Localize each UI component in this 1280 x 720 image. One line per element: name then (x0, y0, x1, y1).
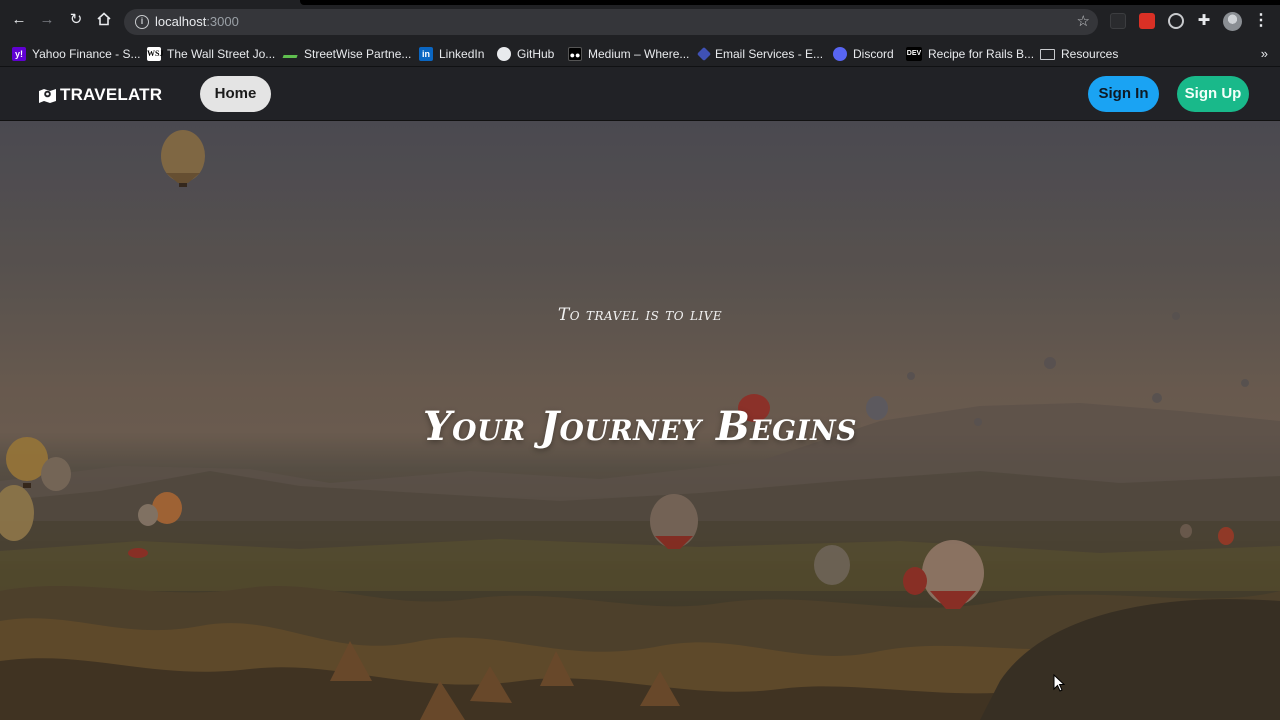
hero-tagline: To travel is to live (557, 305, 723, 325)
folder-icon (1040, 48, 1055, 60)
url-text[interactable]: localhost:3000 (155, 14, 239, 29)
profile-avatar[interactable] (1223, 12, 1242, 31)
bookmark-label: GitHub (517, 47, 555, 61)
email-services-icon (696, 46, 712, 62)
forward-icon[interactable]: → (38, 11, 56, 29)
bookmark-label: The Wall Street Jo... (167, 47, 276, 61)
wsj-icon: WSJ (147, 47, 163, 61)
extension-icon[interactable] (1168, 13, 1184, 29)
bookmarks-bar: y! Yahoo Finance - S... WSJ The Wall Stree… (0, 40, 1280, 67)
extension-icon[interactable] (1110, 13, 1126, 29)
bookmark-item[interactable]: y! Yahoo Finance - S... (12, 44, 141, 64)
app-navbar: TRAVELATR Home Sign In Sign Up (0, 67, 1280, 121)
bookmark-label: Resources (1061, 47, 1119, 61)
back-icon[interactable]: ← (10, 11, 28, 29)
bookmark-label: LinkedIn (439, 47, 485, 61)
medium-icon: ●● (568, 47, 582, 61)
linkedin-icon: in (419, 47, 433, 61)
hero-section: To travel is to live Your Journey Begins (0, 121, 1280, 720)
sign-up-button[interactable]: Sign Up (1177, 76, 1249, 112)
bookmark-item[interactable]: ●● Medium – Where... (568, 44, 689, 64)
bookmark-item[interactable]: DEV Recipe for Rails B... (906, 44, 1034, 64)
brand-name: TRAVELATR (60, 85, 163, 104)
bookmark-item[interactable]: in LinkedIn (419, 44, 484, 64)
bookmarks-overflow-icon[interactable]: » (1261, 46, 1268, 61)
brand-logo[interactable]: TRAVELATR (38, 85, 162, 105)
address-bar[interactable]: i localhost:3000 ☆ (124, 9, 1098, 35)
bookmark-label: Discord (853, 47, 894, 61)
bookmark-folder[interactable]: Resources (1040, 44, 1118, 64)
puzzle-icon[interactable]: ✚ (1196, 13, 1212, 29)
site-info-icon[interactable]: i (135, 15, 149, 29)
tab-strip (300, 0, 1280, 5)
github-icon (497, 47, 511, 61)
sign-in-button[interactable]: Sign In (1088, 76, 1159, 112)
bookmark-label: Recipe for Rails B... (928, 47, 1035, 61)
browser-toolbar: ← → ↻ i localhost:3000 ☆ ✚ ⋮ (0, 0, 1280, 40)
bookmark-label: StreetWise Partne... (304, 47, 412, 61)
reload-icon[interactable]: ↻ (67, 11, 85, 29)
menu-kebab-icon[interactable]: ⋮ (1253, 12, 1269, 30)
bookmark-label: Email Services - E... (715, 47, 824, 61)
discord-icon (833, 47, 847, 61)
bookmark-star-icon[interactable]: ☆ (1077, 12, 1090, 30)
bookmark-item[interactable]: StreetWise Partne... (282, 44, 412, 64)
map-pin-icon (39, 88, 56, 103)
hero-headline: Your Journey Begins (423, 403, 857, 450)
bookmark-label: Medium – Where... (588, 47, 690, 61)
bookmark-label: Yahoo Finance - S... (32, 47, 141, 61)
bookmark-item[interactable]: GitHub (497, 44, 554, 64)
extension-icon[interactable] (1139, 13, 1155, 29)
dev-icon: DEV (906, 47, 922, 61)
streetwise-icon (282, 50, 300, 58)
bookmark-item[interactable]: Discord (833, 44, 894, 64)
bookmark-item[interactable]: WSJ The Wall Street Jo... (147, 44, 275, 64)
yahoo-icon: y! (12, 47, 26, 61)
bookmark-item[interactable]: Email Services - E... (696, 44, 824, 64)
url-host: localhost (155, 14, 207, 29)
url-port: :3000 (206, 14, 239, 29)
home-nav-button[interactable]: Home (200, 76, 271, 112)
mouse-cursor-icon (1053, 674, 1065, 692)
home-icon[interactable] (95, 11, 113, 29)
